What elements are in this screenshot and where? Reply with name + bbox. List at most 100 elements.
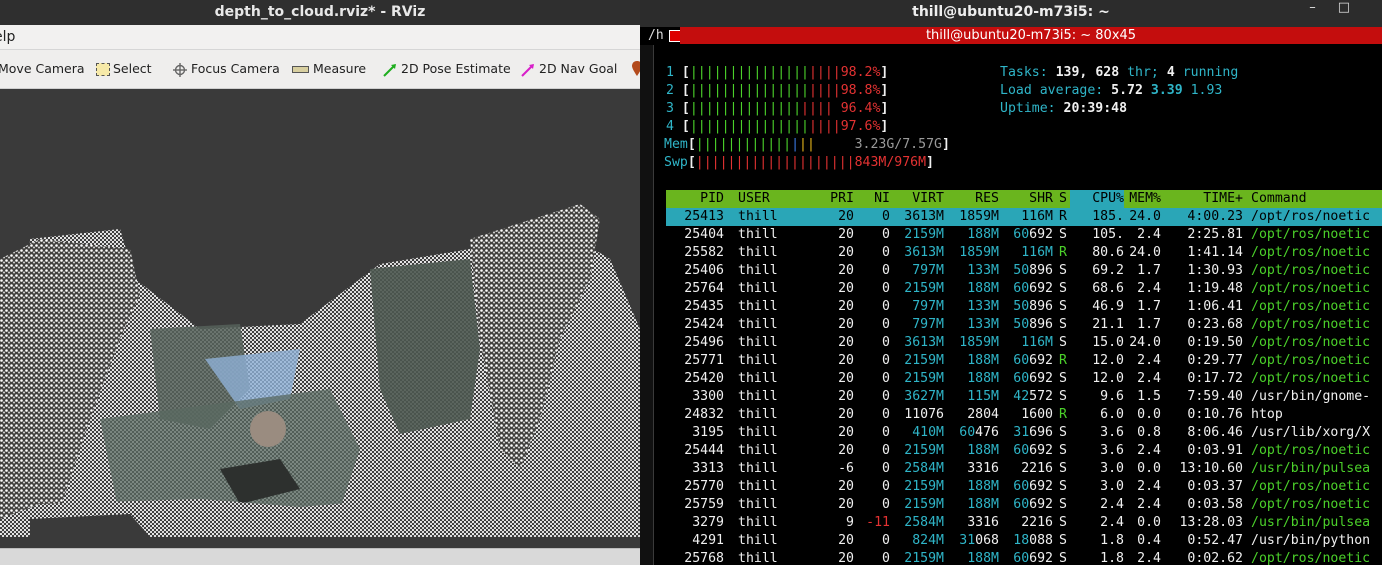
cell-shr: 50896 xyxy=(1013,317,1053,332)
cell-mem: 0.8 xyxy=(1137,425,1161,440)
cell-pri: 20 xyxy=(838,479,854,494)
cell-time: 0:03.91 xyxy=(1187,443,1243,458)
column-header-pri[interactable]: PRI xyxy=(796,190,854,208)
process-row[interactable]: 25770 thill 20 0 2159M 188M 60692 S 3.0 2.4 0:03.3… xyxy=(666,478,1382,496)
process-row[interactable]: 25413 thill 20 0 3613M 1859M 116M R 185. 24.0 4:00… xyxy=(666,208,1382,226)
cell-user: thill xyxy=(738,227,778,242)
cell-user: thill xyxy=(738,245,778,260)
cell-mem: 2.4 xyxy=(1137,353,1161,368)
cell-cpu: 21.1 xyxy=(1092,317,1124,332)
cpu-bar-kernel: |||| xyxy=(808,119,841,134)
cell-mem: 2.4 xyxy=(1137,443,1161,458)
cell-ni: 0 xyxy=(882,461,890,476)
cell-pri: 20 xyxy=(838,533,854,548)
minimize-icon[interactable]: – xyxy=(1309,0,1338,15)
cell-command: /opt/ros/noetic xyxy=(1251,263,1371,278)
process-row[interactable]: 4291 thill 20 0 824M 31068 18088 S 1.8 0.4 0:52.47… xyxy=(666,532,1382,550)
cell-virt: 3627M xyxy=(904,389,944,404)
process-row[interactable]: 25496 thill 20 0 3613M 1859M 116M S 15.0 24.0 0:19… xyxy=(666,334,1382,352)
cpu-meter-percent: 96.4% xyxy=(840,101,881,116)
cell-pri: 20 xyxy=(838,209,854,224)
process-row[interactable]: 25404 thill 20 0 2159M 188M 60692 S 105. 2.4 2:25.… xyxy=(666,226,1382,244)
cpu-meter-percent: 98.2% xyxy=(840,65,881,80)
cell-ni: -11 xyxy=(866,515,890,530)
process-row[interactable]: 25435 thill 20 0 797M 133M 50896 S 46.9 1.7 1:06.4… xyxy=(666,298,1382,316)
cell-time: 0:10.76 xyxy=(1187,407,1243,422)
maximize-icon[interactable]: □ xyxy=(1338,0,1372,15)
green-arrow-icon xyxy=(383,63,396,77)
tool-publish-point[interactable] xyxy=(632,61,640,79)
column-header-virt[interactable]: VIRT xyxy=(890,190,944,208)
tool-2d-pose-estimate[interactable]: 2D Pose Estimate xyxy=(383,60,511,78)
mem-label: Mem xyxy=(664,137,688,152)
cell-pri: 20 xyxy=(838,281,854,296)
cell-time: 0:03.37 xyxy=(1187,479,1243,494)
column-header-pid[interactable]: PID xyxy=(666,190,724,208)
cell-res: 133M xyxy=(967,317,999,332)
column-header-res[interactable]: RES xyxy=(944,190,999,208)
process-row[interactable]: 25444 thill 20 0 2159M 188M 60692 S 3.6 2.4 0:03.9… xyxy=(666,442,1382,460)
cell-res: 115M xyxy=(967,389,999,404)
map-pin-icon xyxy=(632,61,640,76)
cell-pri: 20 xyxy=(838,317,854,332)
column-header-ni[interactable]: NI xyxy=(856,190,890,208)
process-row[interactable]: 25768 thill 20 0 2159M 188M 60692 S 1.8 2.4 0:02.6… xyxy=(666,550,1382,565)
tool-focus-camera[interactable]: Focus Camera xyxy=(173,60,280,78)
cell-command: /opt/ros/noetic xyxy=(1251,335,1371,350)
cell-pri: 20 xyxy=(838,335,854,350)
cell-command: /opt/ros/noetic xyxy=(1251,281,1371,296)
process-row[interactable]: 25771 thill 20 0 2159M 188M 60692 R 12.0 2.4 0:29.… xyxy=(666,352,1382,370)
rviz-3d-viewport[interactable] xyxy=(0,89,640,548)
column-header-command[interactable]: Command xyxy=(1251,190,1382,208)
process-row[interactable]: 3313 thill -6 0 2584M 3316 2216 S 3.0 0.0 13:10.60… xyxy=(666,460,1382,478)
process-row[interactable]: 24832 thill 20 0 11076 2804 1600 R 6.0 0.0 0:10.76… xyxy=(666,406,1382,424)
cell-virt: 2159M xyxy=(904,371,944,386)
column-header-time[interactable]: TIME+ xyxy=(1171,190,1243,208)
process-row[interactable]: 25424 thill 20 0 797M 133M 50896 S 21.1 1.7 0:23.6… xyxy=(666,316,1382,334)
cell-time: 0:19.50 xyxy=(1187,335,1243,350)
menu-help[interactable]: elp xyxy=(0,25,15,49)
cell-cpu: 3.6 xyxy=(1100,443,1124,458)
active-tab-title[interactable]: thill@ubuntu20-m73i5: ~ 80x45 xyxy=(680,27,1382,44)
cell-cpu: 12.0 xyxy=(1092,353,1124,368)
cell-pid: 25444 xyxy=(684,443,724,458)
cell-virt: 11076 xyxy=(904,407,944,422)
cell-res: 1859M xyxy=(959,209,999,224)
cell-ni: 0 xyxy=(882,245,890,260)
process-row[interactable]: 25759 thill 20 0 2159M 188M 60692 S 2.4 2.4 0:03.5… xyxy=(666,496,1382,514)
cell-ni: 0 xyxy=(882,335,890,350)
tool-select[interactable]: Select xyxy=(96,60,152,78)
cell-ni: 0 xyxy=(882,299,890,314)
column-header-mem[interactable]: MEM% xyxy=(1121,190,1161,208)
column-header-shr[interactable]: SHR xyxy=(999,190,1053,208)
cell-pid: 4291 xyxy=(692,533,724,548)
tool-move-camera-label: Move Camera xyxy=(0,61,85,76)
cpu-meter-2: 2 [|||||||||||||||||||98.8%] xyxy=(666,83,889,98)
tool-measure[interactable]: Measure xyxy=(292,60,366,78)
cpu-meter-4: 4 [|||||||||||||||||||97.6%] xyxy=(666,119,889,134)
column-header-user[interactable]: USER xyxy=(738,190,798,208)
process-row[interactable]: 25406 thill 20 0 797M 133M 50896 S 69.2 1.7 1:30.9… xyxy=(666,262,1382,280)
htop-screen[interactable]: 1 [|||||||||||||||||||98.2%] 2 [|||||||||… xyxy=(664,64,1382,565)
cell-time: 1:41.14 xyxy=(1187,245,1243,260)
tool-2d-nav-goal[interactable]: 2D Nav Goal xyxy=(521,60,617,78)
terminal-tabrow: /h thill@ubuntu20-m73i5: ~ 80x45 xyxy=(640,27,1382,45)
cell-pri: 20 xyxy=(838,407,854,422)
cell-pri: 20 xyxy=(838,299,854,314)
process-row[interactable]: 25420 thill 20 0 2159M 188M 60692 S 12.0 2.4 0:17.… xyxy=(666,370,1382,388)
tab-prefix[interactable]: /h xyxy=(648,27,664,45)
process-row[interactable]: 3300 thill 20 0 3627M 115M 42572 S 9.6 1.5 7:59.40… xyxy=(666,388,1382,406)
cell-shr: 60692 xyxy=(1013,371,1053,386)
process-row[interactable]: 25764 thill 20 0 2159M 188M 60692 S 68.6 2.4 1:19.… xyxy=(666,280,1382,298)
column-header-cpu[interactable]: CPU% xyxy=(1070,190,1124,208)
process-row[interactable]: 25582 thill 20 0 3613M 1859M 116M R 80.6 24.0 1:41… xyxy=(666,244,1382,262)
process-row[interactable]: 3279 thill 9 -11 2584M 3316 2216 S 2.4 0.0 13:28.0… xyxy=(666,514,1382,532)
cell-virt: 2159M xyxy=(904,353,944,368)
cell-user: thill xyxy=(738,371,778,386)
cell-res: 60476 xyxy=(959,425,999,440)
tool-move-camera[interactable]: Move Camera xyxy=(0,60,85,78)
cell-command: /opt/ros/noetic xyxy=(1251,317,1371,332)
cell-pri: 9 xyxy=(846,515,854,530)
cell-virt: 2584M xyxy=(904,461,944,476)
process-row[interactable]: 3195 thill 20 0 410M 60476 31696 S 3.6 0.8 8:06.46… xyxy=(666,424,1382,442)
